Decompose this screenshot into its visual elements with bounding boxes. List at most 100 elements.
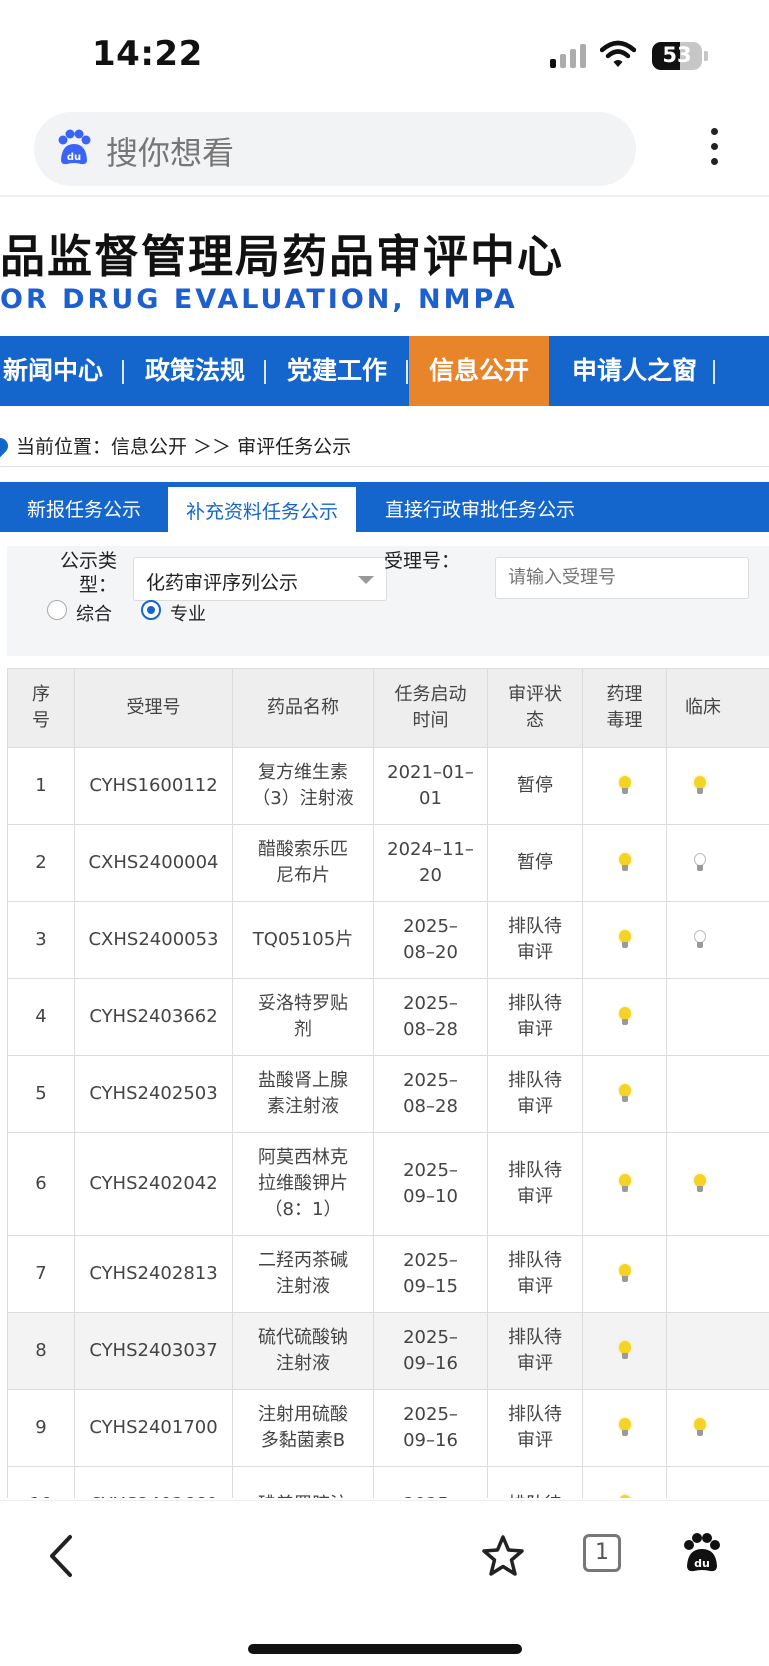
drug-name: 复方维生素（3）注射液 <box>233 748 374 825</box>
acceptance-number-input[interactable] <box>495 557 749 599</box>
svg-text:du: du <box>67 152 81 163</box>
radio-specialty-label: 专业 <box>170 600 206 626</box>
acceptance-number: CYHS2402660 <box>75 1467 233 1499</box>
nav-separator <box>406 360 408 384</box>
acceptance-number: CYHS2402813 <box>75 1236 233 1313</box>
table-row[interactable]: 5CYHS2402503盐酸肾上腺素注射液2025–08–28排队待审评 <box>8 1056 769 1133</box>
col-header-no: 序号 <box>8 669 75 748</box>
task-start-time: 2021–01–01 <box>374 748 488 825</box>
pharmacology-status <box>583 1467 667 1499</box>
publication-type-select[interactable]: 化药审评序列公示 <box>133 557 387 601</box>
table-row[interactable]: 9CYHS2401700注射用硫酸多黏菌素B2025–09–16排队待审评 <box>8 1390 769 1467</box>
baidu-paw-icon[interactable]: du <box>680 1531 724 1575</box>
search-placeholder: 搜你想看 <box>106 128 234 174</box>
lightbulb-on-icon <box>619 1264 631 1284</box>
row-number: 9 <box>8 1390 75 1467</box>
nav-item-party[interactable]: 党建工作 <box>287 336 387 406</box>
lightbulb-on-icon <box>619 853 631 873</box>
radio-specialty[interactable] <box>141 600 161 620</box>
tab-direct-approval-tasks[interactable]: 直接行政审批任务公示 <box>364 482 596 532</box>
drug-name: 注射用硫酸多黏菌素B <box>233 1390 374 1467</box>
table-row[interactable]: 4CYHS2403662妥洛特罗贴剂2025–08–28排队待审评 <box>8 979 769 1056</box>
table-row[interactable]: 10CYHS2402660碘普罗胺注2025–排队待 <box>8 1467 769 1499</box>
clinical-status <box>667 748 769 825</box>
table-row[interactable]: 6CYHS2402042阿莫西林克拉维酸钾片（8：1）2025–09–10排队待… <box>8 1133 769 1236</box>
review-status: 排队待 <box>488 1467 583 1499</box>
tab-new-tasks[interactable]: 新报任务公示 <box>0 482 168 532</box>
table-row[interactable]: 7CYHS2402813二羟丙茶碱注射液2025–09–15排队待审评 <box>8 1236 769 1313</box>
lightbulb-on-icon <box>619 1341 631 1361</box>
lightbulb-on-icon <box>694 1418 706 1438</box>
acceptance-number: CXHS2400004 <box>75 825 233 902</box>
task-start-time: 2025–09–16 <box>374 1390 488 1467</box>
status-bar: 14:22 53 <box>0 0 769 110</box>
status-time: 14:22 <box>92 34 203 74</box>
clinical-status <box>667 979 769 1056</box>
more-menu-button[interactable] <box>694 122 734 178</box>
main-nav: 新闻中心 政策法规 党建工作 信息公开 申请人之窗 <box>0 336 769 406</box>
wifi-icon <box>600 40 636 70</box>
lightbulb-off-icon <box>694 930 706 950</box>
task-start-time: 2025– <box>374 1467 488 1499</box>
review-status: 排队待审评 <box>488 1313 583 1390</box>
site-subtitle: OR DRUG EVALUATION, NMPA <box>0 284 518 315</box>
drug-name: 阿莫西林克拉维酸钾片（8：1） <box>233 1133 374 1236</box>
nav-item-policy[interactable]: 政策法规 <box>145 336 245 406</box>
radio-comprehensive[interactable] <box>47 600 67 620</box>
drug-name: TQ05105片 <box>233 902 374 979</box>
tabs-count-icon[interactable]: 1 <box>583 1534 621 1572</box>
clinical-status <box>667 1056 769 1133</box>
clinical-status <box>667 902 769 979</box>
acceptance-number: CYHS2402503 <box>75 1056 233 1133</box>
col-header-pharmacology: 药理毒理 <box>583 669 667 748</box>
battery-level: 53 <box>652 43 702 67</box>
nav-separator <box>122 360 124 384</box>
pharmacology-status <box>583 1236 667 1313</box>
pharmacology-status <box>583 979 667 1056</box>
breadcrumb: 当前位置：信息公开 ＞＞ 审评任务公示 <box>16 432 351 459</box>
tab-supplement-tasks[interactable]: 补充资料任务公示 <box>168 487 356 537</box>
pharmacology-status <box>583 1133 667 1236</box>
lightbulb-on-icon <box>619 1418 631 1438</box>
task-start-time: 2025–08–28 <box>374 979 488 1056</box>
task-start-time: 2025–09–15 <box>374 1236 488 1313</box>
divider <box>0 195 769 197</box>
nav-item-info-disclosure[interactable]: 信息公开 <box>409 336 549 406</box>
drug-name: 盐酸肾上腺素注射液 <box>233 1056 374 1133</box>
row-number: 1 <box>8 748 75 825</box>
lightbulb-off-icon <box>694 853 706 873</box>
task-start-time: 2025–08–28 <box>374 1056 488 1133</box>
pharmacology-status <box>583 1390 667 1467</box>
col-header-clinical: 临床 <box>667 669 769 748</box>
lightbulb-on-icon <box>694 776 706 796</box>
table-row[interactable]: 3CXHS2400053TQ05105片2025–08–20排队待审评 <box>8 902 769 979</box>
nav-separator <box>713 360 715 384</box>
cellular-signal-icon <box>550 44 588 68</box>
clinical-status <box>667 1133 769 1236</box>
publication-type-value: 化药审评序列公示 <box>146 568 298 595</box>
task-start-time: 2025–08–20 <box>374 902 488 979</box>
row-number: 7 <box>8 1236 75 1313</box>
table-row[interactable]: 2CXHS2400004醋酸索乐匹尼布片2024–11–20暂停 <box>8 825 769 902</box>
home-indicator[interactable] <box>248 1644 522 1654</box>
acceptance-number: CYHS2403037 <box>75 1313 233 1390</box>
nav-item-applicant[interactable]: 申请人之窗 <box>572 336 697 406</box>
browser-search-bar[interactable]: du 搜你想看 <box>34 112 636 186</box>
filter-panel: 公示类 型： 化药审评序列公示 受理号： 综合 专业 <box>7 546 769 656</box>
drug-name: 硫代硫酸钠注射液 <box>233 1313 374 1390</box>
table-row[interactable]: 8CYHS2403037硫代硫酸钠注射液2025–09–16排队待审评 <box>8 1313 769 1390</box>
nav-item-news[interactable]: 新闻中心 <box>3 336 103 406</box>
chevron-down-icon <box>358 576 374 584</box>
clinical-status <box>667 1467 769 1499</box>
review-status: 排队待审评 <box>488 1133 583 1236</box>
back-icon[interactable] <box>42 1531 82 1581</box>
lightbulb-on-icon <box>619 1084 631 1104</box>
pharmacology-status <box>583 902 667 979</box>
review-status: 暂停 <box>488 825 583 902</box>
pharmacology-status <box>583 1313 667 1390</box>
acceptance-number: CYHS1600112 <box>75 748 233 825</box>
table-row[interactable]: 1CYHS1600112复方维生素（3）注射液2021–01–01暂停 <box>8 748 769 825</box>
lightbulb-on-icon <box>619 1174 631 1194</box>
star-icon[interactable] <box>480 1533 526 1579</box>
pharmacology-status <box>583 1056 667 1133</box>
